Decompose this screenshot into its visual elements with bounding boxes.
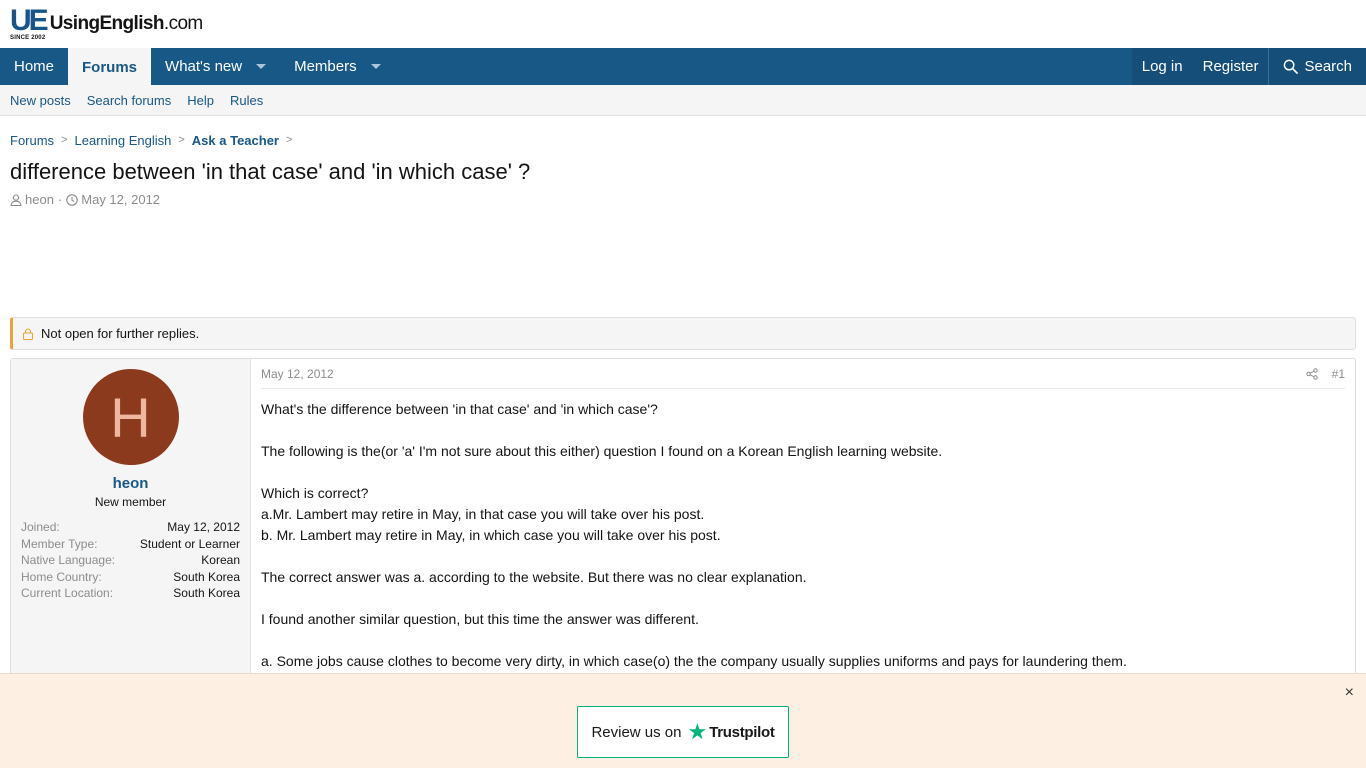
trustpilot-banner: × Review us on ★ Trustpilot bbox=[0, 673, 1366, 768]
avatar[interactable]: H bbox=[82, 369, 179, 465]
register-button[interactable]: Register bbox=[1193, 48, 1269, 85]
user-extra-row: Native Language: Korean bbox=[21, 552, 240, 569]
subnav-help[interactable]: Help bbox=[187, 93, 214, 108]
extra-label: Current Location: bbox=[21, 586, 114, 601]
user-extra-row: Home Country: South Korea bbox=[21, 569, 240, 586]
post-user-cell: H heon New member Joined: May 12, 2012 Me… bbox=[11, 359, 251, 687]
login-button[interactable]: Log in bbox=[1132, 48, 1193, 85]
post-number[interactable]: #1 bbox=[1332, 367, 1345, 381]
nav-tab-label: Members bbox=[294, 58, 357, 75]
main-nav: Home Forums What's new Members Log in Re… bbox=[0, 48, 1366, 86]
post-username[interactable]: heon bbox=[21, 475, 240, 492]
extra-value: Korean bbox=[201, 553, 240, 568]
logo-text: UsingEnglish.com bbox=[49, 13, 204, 35]
trustpilot-review-label: Review us on bbox=[591, 723, 682, 741]
lock-icon bbox=[22, 327, 34, 340]
breadcrumb-ask-a-teacher[interactable]: Ask a Teacher bbox=[192, 133, 279, 148]
user-extra-row: Member Type: Student or Learner bbox=[21, 536, 240, 553]
nav-tab-members[interactable]: Members bbox=[280, 48, 395, 85]
thread-meta: heon · May 12, 2012 bbox=[0, 186, 1366, 207]
sub-nav: New posts Search forums Help Rules bbox=[0, 85, 1366, 116]
post: H heon New member Joined: May 12, 2012 Me… bbox=[10, 358, 1356, 688]
search-icon bbox=[1284, 59, 1299, 74]
nav-tab-forums[interactable]: Forums bbox=[68, 48, 152, 86]
nav-tab-whats-new[interactable]: What's new bbox=[151, 48, 280, 85]
user-extra-row: Current Location: South Korea bbox=[21, 585, 240, 602]
trustpilot-review-button[interactable]: Review us on ★ Trustpilot bbox=[577, 706, 789, 758]
close-icon[interactable]: × bbox=[1345, 684, 1354, 702]
nav-tab-label: Forums bbox=[82, 58, 138, 76]
post-paragraph: The following is the(or 'a' I'm not sure… bbox=[261, 443, 943, 459]
post-body: What's the difference between 'in that c… bbox=[261, 389, 1345, 672]
post-paragraph: a. Some jobs cause clothes to become ver… bbox=[261, 653, 1127, 669]
star-icon: ★ bbox=[687, 719, 708, 744]
user-title: New member bbox=[94, 495, 167, 509]
breadcrumb-learning-english[interactable]: Learning English bbox=[75, 133, 172, 148]
nav-right: Log in Register Search bbox=[1131, 48, 1366, 85]
logo-tld: .com bbox=[163, 13, 203, 34]
thread-date[interactable]: May 12, 2012 bbox=[81, 192, 160, 207]
post-actions: #1 bbox=[1305, 367, 1345, 381]
thread-author[interactable]: heon bbox=[25, 192, 54, 207]
chevron-right-icon: > bbox=[178, 134, 185, 146]
post-message-cell: May 12, 2012 #1 What's the difference be… bbox=[251, 359, 1355, 687]
closed-notice: Not open for further replies. bbox=[10, 317, 1356, 350]
subnav-new-posts[interactable]: New posts bbox=[10, 93, 71, 108]
chevron-right-icon: > bbox=[61, 134, 68, 146]
notice-text: Not open for further replies. bbox=[41, 326, 200, 341]
extra-value: South Korea bbox=[173, 586, 240, 601]
post-paragraph: I found another similar question, but th… bbox=[261, 611, 699, 627]
chevron-down-icon[interactable] bbox=[256, 64, 267, 69]
site-header: UE SINCE 2002 UsingEnglish.com bbox=[0, 0, 1366, 48]
chevron-right-icon: > bbox=[286, 134, 293, 146]
subnav-search-forums[interactable]: Search forums bbox=[87, 93, 172, 108]
trustpilot-brand: Trustpilot bbox=[709, 723, 775, 741]
user-icon bbox=[10, 193, 22, 206]
post-date[interactable]: May 12, 2012 bbox=[261, 367, 334, 381]
post-paragraph: Which is correct? bbox=[261, 485, 369, 501]
extra-label: Member Type: bbox=[21, 536, 98, 551]
register-label: Register bbox=[1202, 58, 1259, 75]
nav-left: Home Forums What's new Members bbox=[0, 48, 395, 86]
logo-since: SINCE 2002 bbox=[10, 35, 46, 41]
post-paragraph: a.Mr. Lambert may retire in May, in that… bbox=[261, 506, 705, 522]
post-paragraph: The correct answer was a. according to t… bbox=[261, 569, 807, 585]
post-paragraph: b. Mr. Lambert may retire in May, in whi… bbox=[261, 527, 721, 543]
clock-icon bbox=[66, 193, 79, 206]
subnav-rules[interactable]: Rules bbox=[230, 93, 263, 108]
post-attribution: May 12, 2012 #1 bbox=[261, 359, 1345, 389]
chevron-down-icon[interactable] bbox=[370, 64, 381, 69]
breadcrumb-forums[interactable]: Forums bbox=[10, 133, 54, 148]
share-icon[interactable] bbox=[1305, 367, 1318, 380]
user-extra-row: Joined: May 12, 2012 bbox=[21, 519, 240, 536]
extra-label: Joined: bbox=[21, 520, 60, 534]
extra-label: Home Country: bbox=[21, 569, 102, 584]
post-paragraph: What's the difference between 'in that c… bbox=[261, 401, 658, 417]
search-label: Search bbox=[1304, 58, 1352, 75]
logo-mark: UE bbox=[10, 4, 49, 37]
ad-space bbox=[0, 207, 1366, 317]
login-label: Log in bbox=[1141, 58, 1183, 75]
logo-name: UsingEnglish bbox=[49, 13, 165, 34]
breadcrumb: Forums > Learning English > Ask a Teache… bbox=[0, 116, 1366, 152]
meta-separator: · bbox=[57, 192, 63, 207]
nav-tab-home[interactable]: Home bbox=[0, 48, 68, 85]
extra-value: South Korea bbox=[173, 569, 240, 584]
extra-label: Native Language: bbox=[21, 553, 116, 568]
page-title: difference between 'in that case' and 'i… bbox=[10, 159, 531, 184]
user-extras: Joined: May 12, 2012 Member Type: Student … bbox=[21, 519, 240, 602]
nav-tab-label: What's new bbox=[165, 58, 243, 75]
search-button[interactable]: Search bbox=[1269, 48, 1366, 85]
site-logo[interactable]: UE SINCE 2002 UsingEnglish.com bbox=[10, 4, 204, 42]
nav-tab-label: Home bbox=[14, 58, 55, 75]
extra-value: Student or Learner bbox=[139, 536, 240, 551]
extra-value: May 12, 2012 bbox=[167, 520, 240, 534]
